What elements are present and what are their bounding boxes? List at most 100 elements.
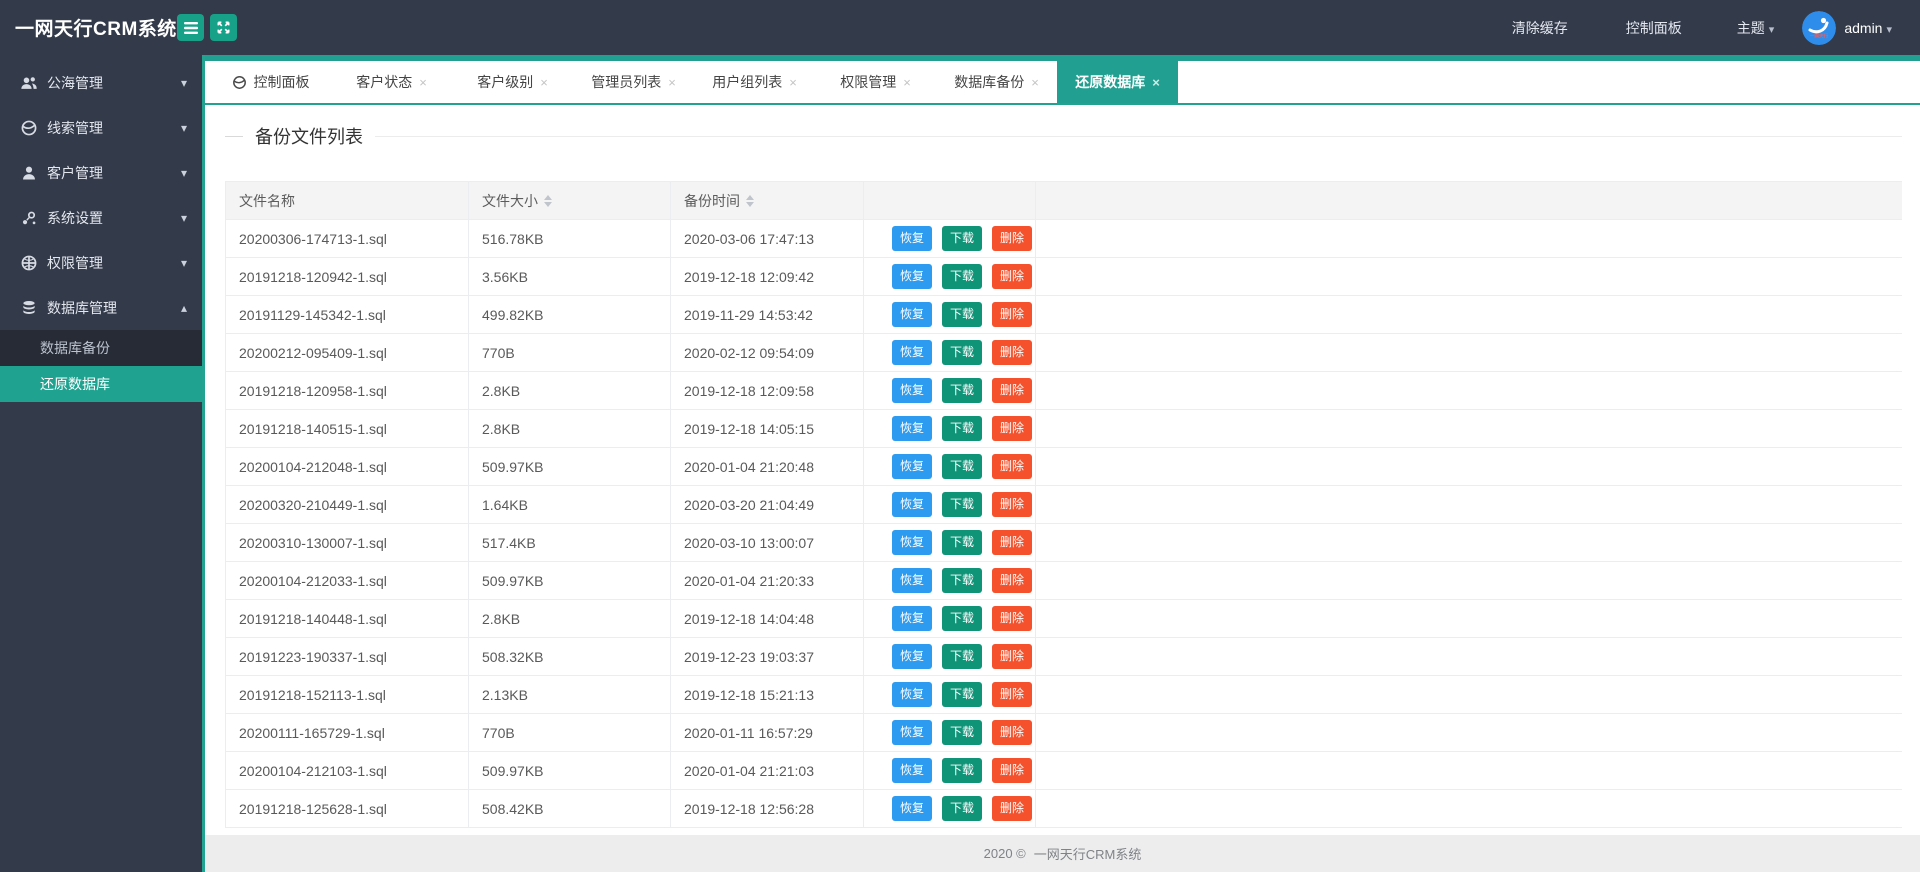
tab-4[interactable]: 用户组列表 × <box>694 61 815 103</box>
backup-time-cell: 2020-03-06 17:47:13 <box>670 219 864 258</box>
theme-dropdown[interactable]: 主题 ▾ <box>1737 18 1775 38</box>
tab-7[interactable]: 还原数据库 × <box>1057 61 1178 103</box>
download-button[interactable]: 下载 <box>942 226 983 251</box>
download-button[interactable]: 下载 <box>942 340 983 365</box>
delete-button[interactable]: 删除 <box>992 530 1033 555</box>
file-name-cell: 20200104-212048-1.sql <box>225 447 469 486</box>
backup-time-cell: 2019-12-18 14:05:15 <box>670 409 864 448</box>
download-button[interactable]: 下载 <box>942 530 983 555</box>
tab-1[interactable]: 客户状态 × <box>331 61 452 103</box>
tab-5[interactable]: 权限管理 × <box>815 61 936 103</box>
close-icon[interactable]: × <box>540 75 548 90</box>
column-header-2[interactable]: 备份时间 <box>670 181 864 220</box>
restore-button[interactable]: 恢复 <box>892 644 933 669</box>
table-header: 文件名称 文件大小 备份时间 <box>225 181 1902 220</box>
sidebar-item-2[interactable]: 客户管理 ▾ <box>0 150 202 195</box>
delete-button[interactable]: 删除 <box>992 606 1033 631</box>
header-right-group: 清除缓存 控制面板 主题 ▾ 一网天行 admin ▾ <box>1454 10 1920 45</box>
sidebar-item-4[interactable]: 权限管理 ▾ <box>0 240 202 285</box>
download-button[interactable]: 下载 <box>942 454 983 479</box>
restore-button[interactable]: 恢复 <box>892 378 933 403</box>
filler-cell <box>1035 561 1902 600</box>
submenu-item-1[interactable]: 还原数据库 <box>0 366 202 402</box>
delete-button[interactable]: 删除 <box>992 796 1033 821</box>
actions-cell: 恢复 下载 删除 <box>863 599 1036 638</box>
restore-button[interactable]: 恢复 <box>892 492 933 517</box>
download-button[interactable]: 下载 <box>942 720 983 745</box>
restore-button[interactable]: 恢复 <box>892 568 933 593</box>
user-menu[interactable]: admin ▾ <box>1844 20 1892 36</box>
sidebar-toggle-button[interactable] <box>177 14 204 41</box>
download-button[interactable]: 下载 <box>942 758 983 783</box>
restore-button[interactable]: 恢复 <box>892 720 933 745</box>
download-button[interactable]: 下载 <box>942 568 983 593</box>
delete-button[interactable]: 删除 <box>992 302 1033 327</box>
restore-button[interactable]: 恢复 <box>892 682 933 707</box>
restore-button[interactable]: 恢复 <box>892 340 933 365</box>
restore-button[interactable]: 恢复 <box>892 796 933 821</box>
table-row: 20200104-212048-1.sql 509.97KB 2020-01-04 … <box>225 447 1902 486</box>
restore-button[interactable]: 恢复 <box>892 454 933 479</box>
sidebar-item-0[interactable]: 公海管理 ▾ <box>0 60 202 105</box>
delete-button[interactable]: 删除 <box>992 226 1033 251</box>
download-button[interactable]: 下载 <box>942 378 983 403</box>
sidebar-item-1[interactable]: 线索管理 ▾ <box>0 105 202 150</box>
control-panel-link[interactable]: 控制面板 <box>1626 18 1682 38</box>
tab-2[interactable]: 客户级别 × <box>452 61 573 103</box>
sidebar-item-5[interactable]: 数据库管理 ▴ <box>0 285 202 330</box>
restore-button[interactable]: 恢复 <box>892 530 933 555</box>
close-icon[interactable]: × <box>668 75 676 90</box>
restore-button[interactable]: 恢复 <box>892 606 933 631</box>
file-name-cell: 20200111-165729-1.sql <box>225 713 469 752</box>
chevron-up-icon: ▴ <box>180 300 187 315</box>
download-button[interactable]: 下载 <box>942 682 983 707</box>
submenu: 数据库备份 还原数据库 <box>0 330 202 402</box>
download-button[interactable]: 下载 <box>942 644 983 669</box>
delete-button[interactable]: 删除 <box>992 340 1033 365</box>
clear-cache-link[interactable]: 清除缓存 <box>1512 18 1568 38</box>
close-icon[interactable]: × <box>419 75 427 90</box>
delete-button[interactable]: 删除 <box>992 568 1033 593</box>
delete-button[interactable]: 删除 <box>992 454 1033 479</box>
download-button[interactable]: 下载 <box>942 492 983 517</box>
restore-button[interactable]: 恢复 <box>892 302 933 327</box>
delete-button[interactable]: 删除 <box>992 492 1033 517</box>
sidebar-item-3[interactable]: 系统设置 ▾ <box>0 195 202 240</box>
restore-button[interactable]: 恢复 <box>892 264 933 289</box>
backup-time-cell: 2020-03-20 21:04:49 <box>670 485 864 524</box>
sort-icon[interactable] <box>544 194 552 207</box>
actions-cell: 恢复 下载 删除 <box>863 751 1036 790</box>
filler-cell <box>1035 295 1902 334</box>
close-icon[interactable]: × <box>1152 75 1160 90</box>
delete-button[interactable]: 删除 <box>992 378 1033 403</box>
backup-time-cell: 2019-12-23 19:03:37 <box>670 637 864 676</box>
close-icon[interactable]: × <box>789 75 797 90</box>
delete-button[interactable]: 删除 <box>992 720 1033 745</box>
delete-button[interactable]: 删除 <box>992 682 1033 707</box>
download-button[interactable]: 下载 <box>942 302 983 327</box>
submenu-item-0[interactable]: 数据库备份 <box>0 330 202 366</box>
tab-3[interactable]: 管理员列表 × <box>573 61 694 103</box>
delete-button[interactable]: 删除 <box>992 264 1033 289</box>
sort-icon[interactable] <box>746 194 754 207</box>
restore-button[interactable]: 恢复 <box>892 226 933 251</box>
restore-button[interactable]: 恢复 <box>892 758 933 783</box>
fullscreen-toggle-button[interactable] <box>210 14 237 41</box>
download-button[interactable]: 下载 <box>942 606 983 631</box>
download-button[interactable]: 下载 <box>942 416 983 441</box>
column-header-1[interactable]: 文件大小 <box>468 181 671 220</box>
close-icon[interactable]: × <box>1031 75 1039 90</box>
restore-button[interactable]: 恢复 <box>892 416 933 441</box>
delete-button[interactable]: 删除 <box>992 416 1033 441</box>
column-header-3 <box>863 181 1036 220</box>
tab-6[interactable]: 数据库备份 × <box>936 61 1057 103</box>
avatar[interactable]: 一网天行 <box>1802 10 1837 45</box>
download-button[interactable]: 下载 <box>942 264 983 289</box>
delete-button[interactable]: 删除 <box>992 758 1033 783</box>
file-size-cell: 516.78KB <box>468 219 671 258</box>
delete-button[interactable]: 删除 <box>992 644 1033 669</box>
close-icon[interactable]: × <box>903 75 911 90</box>
download-button[interactable]: 下载 <box>942 796 983 821</box>
tab-0[interactable]: 控制面板 <box>210 61 331 103</box>
file-size-cell: 508.32KB <box>468 637 671 676</box>
